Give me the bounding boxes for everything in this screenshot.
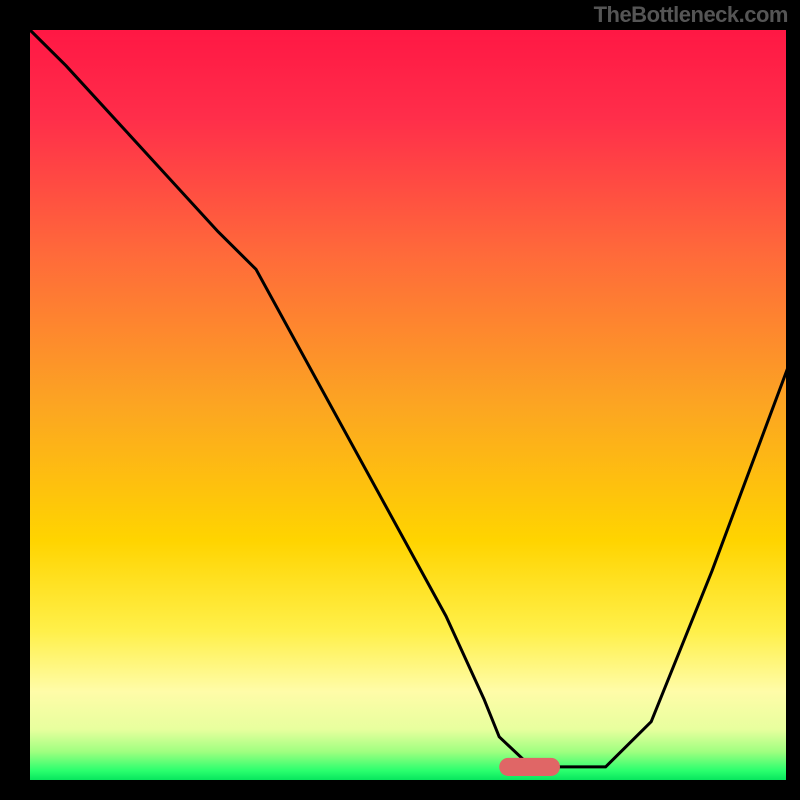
optimal-marker	[499, 758, 560, 776]
watermark-text: TheBottleneck.com	[594, 2, 788, 28]
bottleneck-chart	[0, 0, 800, 800]
